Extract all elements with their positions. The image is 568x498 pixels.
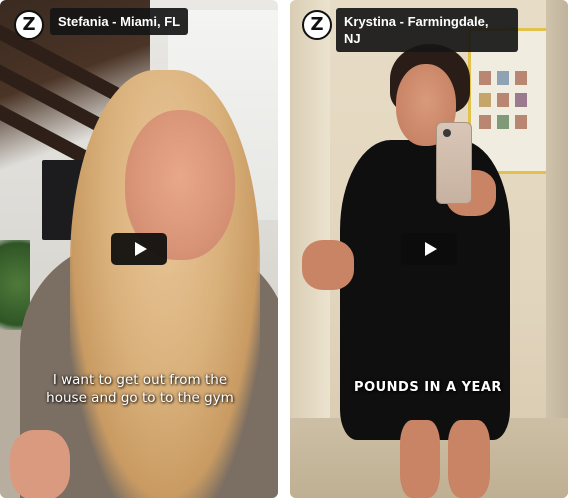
video-card-stefania[interactable]: Z Stefania - Miami, FL I want to get out… bbox=[0, 0, 278, 498]
name-tag-label-line2: NJ bbox=[344, 31, 361, 46]
video-card-krystina[interactable]: Z Krystina - Farmingdale, NJ POUNDS IN A… bbox=[290, 0, 568, 498]
play-button[interactable] bbox=[111, 233, 167, 265]
name-tag-stefania: Stefania - Miami, FL bbox=[50, 8, 189, 35]
name-tag-label: Stefania - Miami, FL bbox=[58, 14, 181, 29]
name-tag-label-line1: Krystina - Farmingdale, bbox=[344, 14, 489, 29]
video-caption: I want to get out from the house and go … bbox=[46, 372, 234, 406]
play-button[interactable] bbox=[401, 233, 457, 265]
testimonial-video-grid: Z Stefania - Miami, FL I want to get out… bbox=[0, 0, 568, 498]
video-caption: POUNDS IN A YEAR bbox=[354, 380, 502, 395]
logo-letter: Z bbox=[310, 14, 324, 35]
brand-z-logo: Z bbox=[302, 10, 332, 40]
name-tag-krystina: Krystina - Farmingdale, NJ bbox=[336, 8, 518, 52]
brand-z-logo: Z bbox=[14, 10, 44, 40]
logo-letter: Z bbox=[22, 14, 36, 35]
play-icon bbox=[134, 242, 147, 256]
play-icon bbox=[424, 242, 437, 256]
